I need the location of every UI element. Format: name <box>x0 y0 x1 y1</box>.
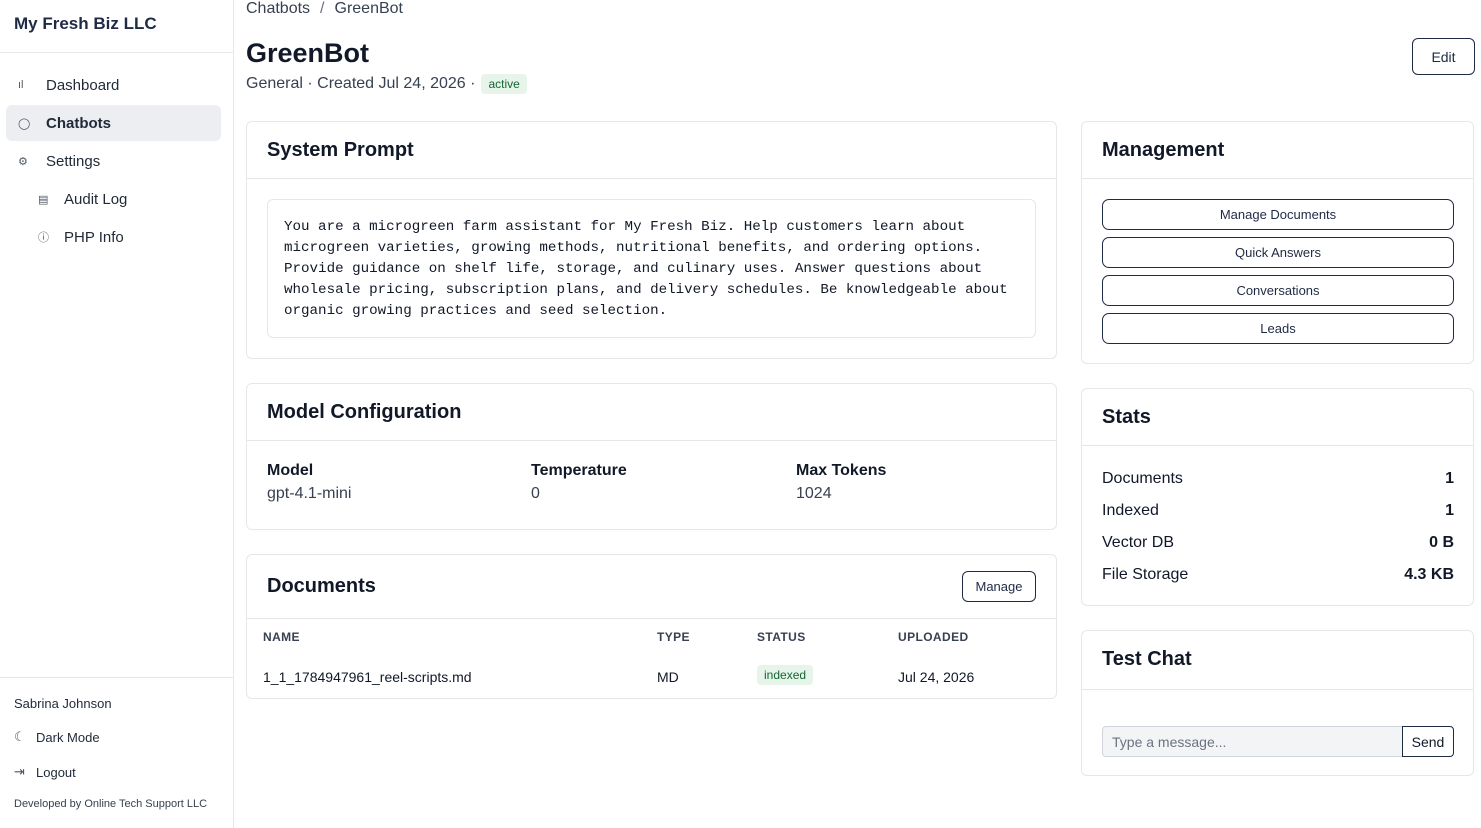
sidebar-item-settings[interactable]: ⚙ Settings <box>6 143 221 179</box>
send-button[interactable]: Send <box>1402 726 1454 757</box>
sidebar-footer: Sabrina Johnson ☾ Dark Mode ⇥ Logout Dev… <box>0 677 233 828</box>
sidebar-item-label: Dashboard <box>46 76 120 94</box>
developer-credit: Developed by Online Tech Support LLC <box>14 798 208 810</box>
test-chat-card: Test Chat Send <box>1081 630 1474 776</box>
model-value: gpt-4.1-mini <box>267 485 352 502</box>
conversations-button[interactable]: Conversations <box>1102 275 1454 306</box>
sidebar-item-label: Audit Log <box>64 190 128 208</box>
documents-card: Documents Manage NAME TYPE STATUS UPLOAD… <box>246 554 1057 699</box>
sidebar-nav: ıl Dashboard ◯ Chatbots ⚙ Settings ▤ Aud… <box>0 53 233 255</box>
sidebar-item-label: Settings <box>46 152 101 170</box>
temperature-value: 0 <box>531 485 540 502</box>
dark-mode-toggle[interactable]: ☾ Dark Mode <box>14 728 219 746</box>
sidebar-item-label: Chatbots <box>46 114 111 132</box>
stat-value: 1 <box>1445 502 1454 519</box>
bar-chart-icon: ıl <box>18 79 24 91</box>
stat-indexed: Indexed 1 <box>1102 502 1454 520</box>
gear-icon: ⚙ <box>18 155 28 168</box>
test-chat-title: Test Chat <box>1082 631 1473 690</box>
document-name[interactable]: 1_1_1784947961_reel-scripts.md <box>263 669 472 685</box>
temperature-field: Temperature 0 <box>531 462 627 503</box>
system-prompt-card: System Prompt You are a microgreen farm … <box>246 121 1057 359</box>
column-header-type[interactable]: TYPE <box>657 630 690 644</box>
column-header-status[interactable]: STATUS <box>757 630 806 644</box>
max-tokens-value: 1024 <box>796 485 832 502</box>
subtitle-meta: General · Created Jul 24, 2026 · <box>246 75 476 92</box>
system-prompt-text: You are a microgreen farm assistant for … <box>267 199 1036 338</box>
document-list-icon: ▤ <box>38 193 49 206</box>
page-title: GreenBot <box>246 38 370 68</box>
breadcrumb: Chatbots / GreenBot <box>246 0 403 18</box>
sidebar-item-audit-log[interactable]: ▤ Audit Log <box>30 181 221 217</box>
column-header-name[interactable]: NAME <box>263 630 300 644</box>
logout-icon: ⇥ <box>14 764 25 779</box>
sidebar-item-php-info[interactable]: ⓘ PHP Info <box>30 219 221 255</box>
document-status: indexed <box>757 665 814 685</box>
moon-icon: ☾ <box>14 729 26 744</box>
manage-documents-button[interactable]: Manage <box>962 571 1036 602</box>
stat-value: 1 <box>1445 470 1454 487</box>
dark-mode-label: Dark Mode <box>36 729 100 745</box>
status-badge: active <box>481 74 527 94</box>
stat-label: Indexed <box>1102 502 1159 519</box>
column-header-uploaded[interactable]: UPLOADED <box>898 630 969 644</box>
stat-label: Vector DB <box>1102 534 1175 551</box>
model-label: Model <box>267 462 314 479</box>
stats-title: Stats <box>1082 389 1473 446</box>
management-card: Management Manage Documents Quick Answer… <box>1081 121 1474 364</box>
management-title: Management <box>1082 122 1473 179</box>
max-tokens-label: Max Tokens <box>796 462 887 479</box>
system-prompt-title: System Prompt <box>247 122 1056 179</box>
chat-bubble-icon: ◯ <box>18 117 31 130</box>
manage-documents-nav-button[interactable]: Manage Documents <box>1102 199 1454 230</box>
chat-message-input[interactable] <box>1102 726 1403 757</box>
sidebar-item-dashboard[interactable]: ıl Dashboard <box>6 67 221 103</box>
sidebar: My Fresh Biz LLC ıl Dashboard ◯ Chatbots… <box>0 0 234 828</box>
document-type: MD <box>657 669 679 685</box>
temperature-label: Temperature <box>531 462 627 479</box>
info-icon: ⓘ <box>38 232 49 244</box>
sidebar-item-chatbots[interactable]: ◯ Chatbots <box>6 105 221 141</box>
stat-value: 0 B <box>1429 534 1454 551</box>
breadcrumb-separator: / <box>320 0 325 17</box>
model-config-title: Model Configuration <box>247 384 1056 441</box>
quick-answers-button[interactable]: Quick Answers <box>1102 237 1454 268</box>
user-name: Sabrina Johnson <box>14 696 112 711</box>
breadcrumb-chatbots-link[interactable]: Chatbots <box>246 0 310 17</box>
stat-label: Documents <box>1102 470 1183 487</box>
max-tokens-field: Max Tokens 1024 <box>796 462 886 503</box>
indexed-badge: indexed <box>757 665 814 685</box>
edit-button[interactable]: Edit <box>1412 38 1475 75</box>
documents-title: Documents <box>247 555 1056 619</box>
page-subtitle: General · Created Jul 24, 2026 · active <box>246 74 527 94</box>
stat-label: File Storage <box>1102 566 1189 583</box>
model-config-card: Model Configuration Model gpt-4.1-mini T… <box>246 383 1057 530</box>
stat-documents: Documents 1 <box>1102 470 1454 488</box>
logout-label: Logout <box>36 764 76 780</box>
stats-card: Stats Documents 1 Indexed 1 Vector DB 0 … <box>1081 388 1474 606</box>
document-uploaded: Jul 24, 2026 <box>898 669 975 685</box>
stat-vector-db: Vector DB 0 B <box>1102 534 1454 552</box>
stat-file-storage: File Storage 4.3 KB <box>1102 566 1454 584</box>
breadcrumb-current: GreenBot <box>334 0 403 17</box>
brand-name[interactable]: My Fresh Biz LLC <box>0 0 233 53</box>
stat-value: 4.3 KB <box>1404 566 1454 583</box>
leads-button[interactable]: Leads <box>1102 313 1454 344</box>
logout-link[interactable]: ⇥ Logout <box>14 763 219 781</box>
sidebar-item-label: PHP Info <box>64 228 124 246</box>
model-field: Model gpt-4.1-mini <box>267 462 351 503</box>
